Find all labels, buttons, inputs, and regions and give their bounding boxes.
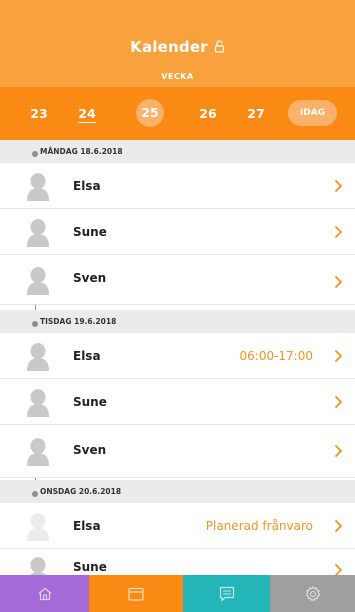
week-label: 27 [247,106,265,121]
week-label: 25 [141,105,159,120]
employee-name: Elsa [73,179,101,193]
week-label: 26 [199,106,217,121]
week-item-current[interactable]: 25 [136,99,164,127]
home-icon [38,587,51,600]
title-row: Kalender [0,38,355,57]
week-label: 23 [30,106,48,121]
day-header: MÅNDAG 18.6.2018 [0,140,355,163]
app-screen: Kalender VECKA 23 24 25 26 27 IDAG MÅNDA… [0,0,355,612]
tab-home[interactable] [0,575,89,612]
list-item[interactable]: Elsa 06:00-17:00 [0,333,355,379]
avatar [27,513,49,541]
avatar [27,173,49,201]
employee-name: Elsa [73,349,101,363]
list-item[interactable]: Sven [0,255,355,305]
calendar-icon [128,587,144,601]
tab-calendar[interactable] [89,575,183,612]
avatar [27,389,49,417]
timeline-dot [32,321,38,327]
week-selector: 23 24 25 26 27 IDAG [0,87,355,140]
employee-name: Elsa [73,519,101,533]
avatar [30,557,46,575]
chevron-right-icon [335,396,342,408]
employee-name: Sune [73,395,107,409]
week-item[interactable]: 24 [73,87,101,140]
list-item[interactable]: Elsa Planerad frånvaro [0,503,355,549]
employee-name: Sune [73,225,107,239]
employee-name: Sven [73,271,107,285]
day-header: TISDAG 19.6.2018 [0,310,355,333]
row-status: Planerad frånvaro [205,519,313,533]
timeline-dot [32,151,38,157]
week-item[interactable]: 26 [194,87,222,140]
chevron-right-icon [335,276,342,288]
row-status: 06:00-17:00 [239,349,314,363]
header-subtitle: VECKA [161,72,194,81]
timeline-dot [32,491,38,497]
chevron-right-icon [335,180,342,192]
avatar [27,219,49,247]
list-item[interactable]: Sune [0,379,355,425]
employee-name: Sven [73,443,107,457]
employee-name: Sune [73,560,107,574]
lock-icon[interactable] [214,39,225,57]
list-item[interactable]: Sune [0,549,355,575]
tab-messages[interactable] [183,575,270,612]
day-label: ONSDAG 20.6.2018 [40,487,122,496]
chevron-right-icon [335,564,342,575]
chevron-right-icon [335,350,342,362]
avatar [27,267,49,295]
tab-bar [0,575,355,612]
avatar [27,438,49,466]
chevron-right-icon [335,520,342,532]
day-label: MÅNDAG 18.6.2018 [40,147,123,156]
chat-icon [219,586,234,601]
list-item[interactable]: Sune [0,209,355,255]
list-item[interactable]: Elsa [0,163,355,209]
page-title: Kalender [130,38,208,56]
week-item[interactable]: 23 [25,87,53,140]
gear-icon [305,585,320,601]
chevron-right-icon [335,226,342,238]
day-header: ONSDAG 20.6.2018 [0,480,355,503]
day-label: TISDAG 19.6.2018 [40,317,117,326]
tab-settings[interactable] [270,575,355,612]
week-label: 24 [78,106,96,123]
list-item[interactable]: Sven [0,425,355,478]
avatar [27,343,49,371]
chevron-right-icon [335,445,342,457]
week-item[interactable]: 27 [242,87,270,140]
today-button[interactable]: IDAG [288,100,337,126]
header: Kalender VECKA [0,0,355,87]
